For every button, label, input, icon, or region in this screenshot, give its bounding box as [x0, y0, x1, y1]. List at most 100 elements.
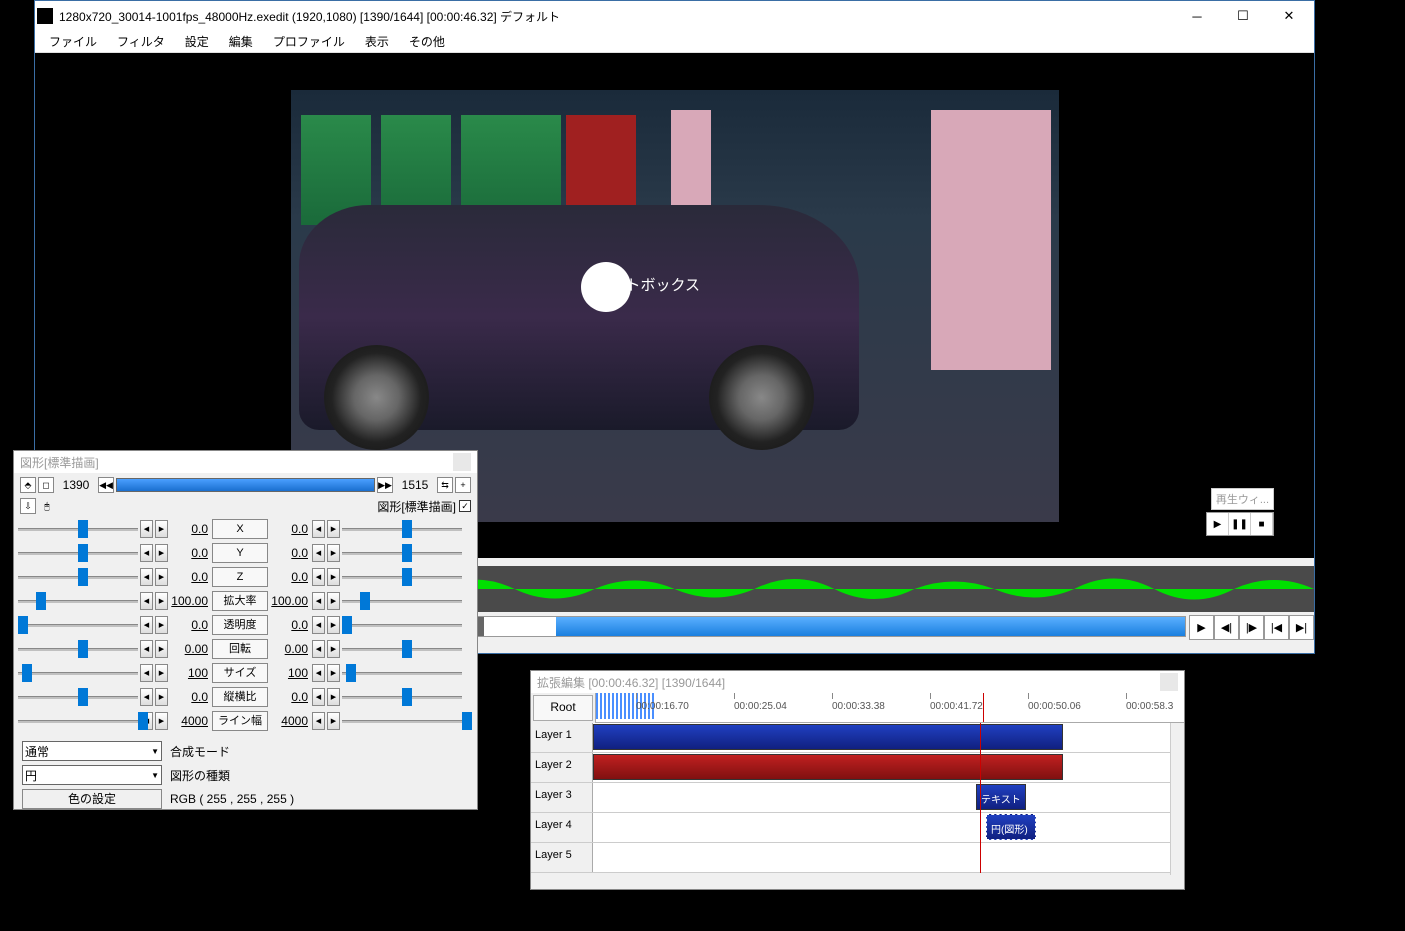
param-value-right[interactable]: 4000 — [270, 714, 310, 728]
video-clip[interactable] — [593, 724, 1063, 750]
param-value-right[interactable]: 0.0 — [270, 618, 310, 632]
spin-right-down-icon[interactable]: ◀ — [312, 568, 325, 586]
menu-view[interactable]: 表示 — [355, 31, 399, 52]
spin-right-down-icon[interactable]: ◀ — [312, 664, 325, 682]
spin-right-down-icon[interactable]: ◀ — [312, 520, 325, 538]
menu-file[interactable]: ファイル — [39, 31, 107, 52]
spin-left-down-icon[interactable]: ◀ — [140, 688, 153, 706]
menu-profile[interactable]: プロファイル — [263, 31, 355, 52]
spin-right-down-icon[interactable]: ◀ — [312, 712, 325, 730]
layer-track[interactable] — [593, 753, 1184, 782]
param-slider-right[interactable] — [342, 520, 462, 538]
spin-left-up-icon[interactable]: ▶ — [155, 544, 168, 562]
timeline-close-icon[interactable] — [1160, 673, 1178, 691]
param-slider-left[interactable] — [18, 544, 138, 562]
seek-end-icon[interactable]: ▶| — [1289, 615, 1314, 640]
spin-left-down-icon[interactable]: ◀ — [140, 640, 153, 658]
menu-other[interactable]: その他 — [399, 31, 455, 52]
param-slider-left[interactable] — [18, 688, 138, 706]
spin-right-down-icon[interactable]: ◀ — [312, 544, 325, 562]
spin-right-down-icon[interactable]: ◀ — [312, 640, 325, 658]
spin-right-down-icon[interactable]: ◀ — [312, 592, 325, 610]
text-clip[interactable]: テキストボ — [976, 784, 1026, 810]
color-settings-button[interactable]: 色の設定 — [22, 789, 162, 809]
spin-right-up-icon[interactable]: ▶ — [327, 664, 340, 682]
param-slider-left[interactable] — [18, 712, 138, 730]
spin-left-up-icon[interactable]: ▶ — [155, 520, 168, 538]
blend-mode-select[interactable]: 通常▼ — [22, 741, 162, 761]
menu-edit[interactable]: 編集 — [219, 31, 263, 52]
shape-panel-title[interactable]: 図形[標準描画] — [14, 451, 477, 473]
param-value-left[interactable]: 100.00 — [170, 594, 210, 608]
spin-left-down-icon[interactable]: ◀ — [140, 568, 153, 586]
spin-left-up-icon[interactable]: ▶ — [155, 592, 168, 610]
seek-start-icon[interactable]: |◀ — [1264, 615, 1289, 640]
clip-frame-slider[interactable] — [116, 478, 375, 492]
mouse-icon[interactable]: 🖱 — [39, 498, 55, 514]
spin-left-down-icon[interactable]: ◀ — [140, 664, 153, 682]
param-slider-right[interactable] — [342, 640, 462, 658]
param-label-button[interactable]: Y — [212, 543, 268, 563]
param-value-right[interactable]: 0.0 — [270, 522, 310, 536]
spin-right-up-icon[interactable]: ▶ — [327, 688, 340, 706]
spin-right-down-icon[interactable]: ◀ — [312, 616, 325, 634]
play-button[interactable]: ▶ — [1207, 513, 1229, 535]
spin-left-up-icon[interactable]: ▶ — [155, 568, 168, 586]
seek-play-icon[interactable]: ▶ — [1189, 615, 1214, 640]
layer-name[interactable]: Layer 5 — [531, 843, 593, 872]
param-label-button[interactable]: X — [212, 519, 268, 539]
param-label-button[interactable]: 縦横比 — [212, 687, 268, 707]
layer-track[interactable]: 円(図形) — [593, 813, 1184, 842]
timeline-root-button[interactable]: Root — [533, 695, 593, 721]
layer-track[interactable]: テキストボ — [593, 783, 1184, 812]
param-value-left[interactable]: 0.0 — [170, 546, 210, 560]
pause-button[interactable]: ❚❚ — [1229, 513, 1251, 535]
layer-name[interactable]: Layer 2 — [531, 753, 593, 782]
param-value-left[interactable]: 100 — [170, 666, 210, 680]
param-value-left[interactable]: 0.0 — [170, 690, 210, 704]
prev-key-icon[interactable]: ⬘ — [20, 477, 36, 493]
spin-right-up-icon[interactable]: ▶ — [327, 520, 340, 538]
stop-button[interactable]: ■ — [1251, 513, 1273, 535]
param-slider-right[interactable] — [342, 544, 462, 562]
spin-left-down-icon[interactable]: ◀ — [140, 544, 153, 562]
spin-left-down-icon[interactable]: ◀ — [140, 616, 153, 634]
shape-clip[interactable]: 円(図形) — [986, 814, 1036, 840]
titlebar[interactable]: 1280x720_30014-1001fps_48000Hz.exedit (1… — [35, 1, 1314, 31]
spin-left-up-icon[interactable]: ▶ — [155, 664, 168, 682]
maximize-button[interactable]: ☐ — [1220, 1, 1266, 31]
timeline-playhead[interactable] — [983, 693, 984, 723]
spin-right-up-icon[interactable]: ▶ — [327, 544, 340, 562]
seek-next-frame-icon[interactable]: |▶ — [1239, 615, 1264, 640]
menu-filter[interactable]: フィルタ — [107, 31, 175, 52]
spin-right-up-icon[interactable]: ▶ — [327, 712, 340, 730]
layer-track[interactable] — [593, 723, 1184, 752]
param-slider-left[interactable] — [18, 616, 138, 634]
spin-left-up-icon[interactable]: ▶ — [155, 616, 168, 634]
spin-right-up-icon[interactable]: ▶ — [327, 592, 340, 610]
timeline-title[interactable]: 拡張編集 [00:00:46.32] [1390/1644] — [531, 671, 1184, 693]
param-label-button[interactable]: 透明度 — [212, 615, 268, 635]
audio-clip[interactable] — [593, 754, 1063, 780]
spin-right-up-icon[interactable]: ▶ — [327, 616, 340, 634]
param-label-button[interactable]: 回転 — [212, 639, 268, 659]
param-value-right[interactable]: 100.00 — [270, 594, 310, 608]
timeline-ruler[interactable]: 00:00:16.7000:00:25.0400:00:33.3800:00:4… — [595, 693, 1184, 723]
spin-right-up-icon[interactable]: ▶ — [327, 568, 340, 586]
close-button[interactable]: ✕ — [1266, 1, 1312, 31]
param-slider-left[interactable] — [18, 640, 138, 658]
shape-enable-checkbox[interactable]: ✓ — [459, 500, 471, 512]
param-slider-right[interactable] — [342, 712, 462, 730]
param-slider-left[interactable] — [18, 520, 138, 538]
param-value-left[interactable]: 4000 — [170, 714, 210, 728]
param-value-left[interactable]: 0.0 — [170, 522, 210, 536]
param-slider-left[interactable] — [18, 592, 138, 610]
param-value-left[interactable]: 0.0 — [170, 570, 210, 584]
param-slider-right[interactable] — [342, 616, 462, 634]
param-value-right[interactable]: 0.0 — [270, 570, 310, 584]
param-value-left[interactable]: 0.0 — [170, 618, 210, 632]
minimize-button[interactable]: ─ — [1174, 1, 1220, 31]
seek-prev-frame-icon[interactable]: ◀| — [1214, 615, 1239, 640]
layer-name[interactable]: Layer 1 — [531, 723, 593, 752]
param-value-right[interactable]: 0.0 — [270, 546, 310, 560]
